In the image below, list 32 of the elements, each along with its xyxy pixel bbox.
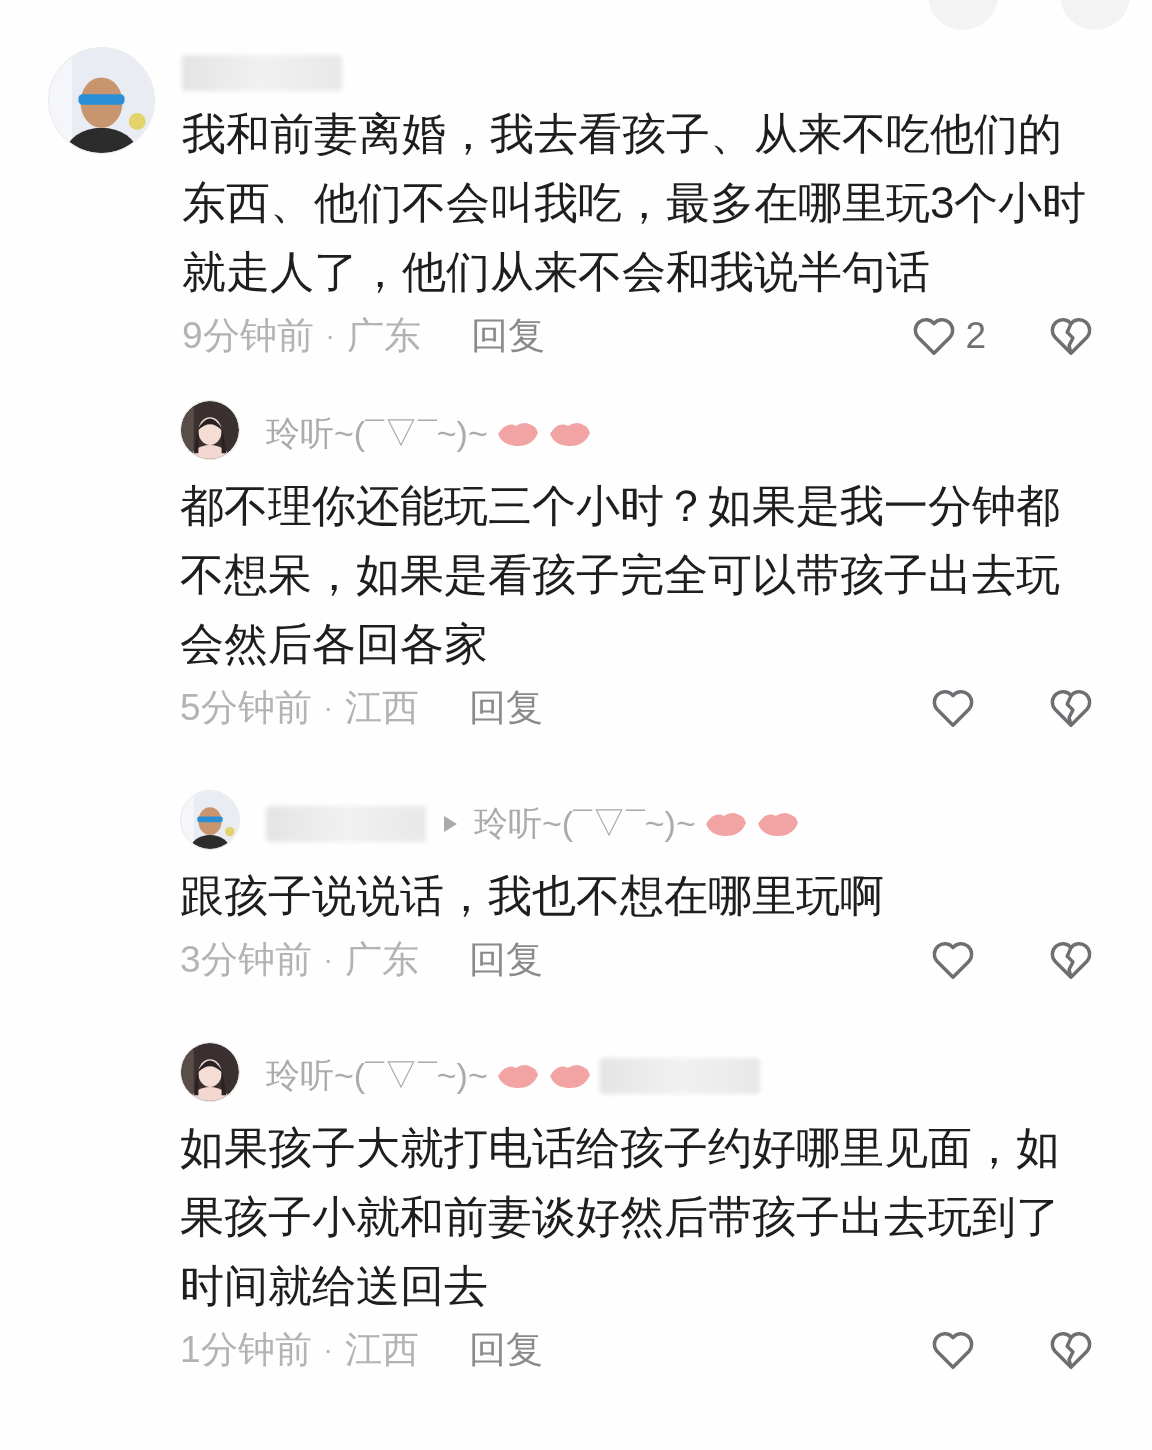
comment-text: 都不理你还能玩三个小时？如果是我一分钟都不想呆，如果是看孩子完全可以带孩子出去玩会然后各回各家: [180, 480, 1061, 670]
reply-link[interactable]: 回复: [468, 684, 543, 732]
user-name[interactable]: 玲听~(¯▽¯~)~: [474, 798, 696, 849]
region-label: 广东: [344, 938, 419, 982]
reply-link[interactable]: 回复: [470, 312, 545, 360]
like-count: 2: [965, 314, 986, 358]
separator-dot: ·: [323, 1333, 333, 1367]
separator-dot: ·: [325, 319, 335, 353]
timestamp: 3分钟前: [180, 938, 312, 982]
broken-heart-icon[interactable]: [1048, 1329, 1094, 1371]
comment-text: 我和前妻离婚，我去看孩子、从来不吃他们的东西、他们不会叫我吃，最多在哪里玩3个小时就走人了，他们从来不会和我说半句话: [182, 108, 1088, 298]
comment-text: 如果孩子大就打电话给孩子约好哪里见面，如果孩子小就和前妻谈好然后带孩子出去玩到了时间就给送回去: [180, 1122, 1061, 1312]
reply-arrow-icon: [442, 814, 458, 833]
heart-icon[interactable]: [930, 939, 976, 981]
user-name[interactable]: 玲听~(¯▽¯~)~: [266, 1050, 488, 1101]
region-label: 广东: [346, 314, 421, 358]
broken-heart-icon[interactable]: [1048, 687, 1094, 729]
user-name[interactable]: 玲听~(¯▽¯~)~: [266, 408, 488, 459]
broken-heart-icon[interactable]: [1048, 315, 1094, 357]
heart-icon[interactable]: [930, 687, 976, 729]
heart-icon[interactable]: [930, 1329, 976, 1371]
region-label: 江西: [344, 686, 419, 730]
broken-heart-icon[interactable]: [1048, 939, 1094, 981]
reply-link[interactable]: 回复: [468, 1326, 543, 1374]
reply-link[interactable]: 回复: [468, 936, 543, 984]
separator-dot: ·: [323, 691, 333, 725]
timestamp: 5分钟前: [180, 686, 312, 730]
separator-dot: ·: [323, 943, 333, 977]
comment-text: 跟孩子说说话，我也不想在哪里玩啊: [180, 870, 885, 922]
region-label: 江西: [344, 1328, 419, 1372]
timestamp: 9分钟前: [182, 314, 314, 358]
timestamp: 1分钟前: [180, 1328, 312, 1372]
